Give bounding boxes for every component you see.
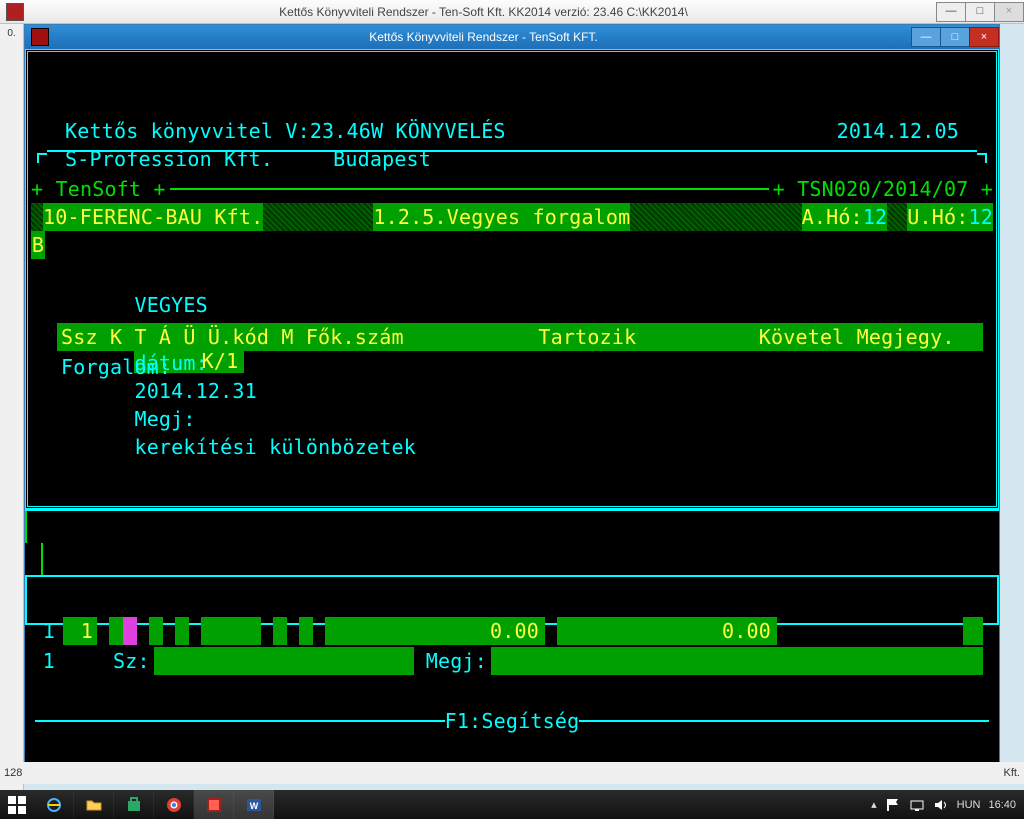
- status-row: 10-FERENC-BAU Kft. 1.2.5.Vegyes forgalom…: [31, 203, 993, 231]
- date-value[interactable]: 2014.12.31: [134, 379, 256, 403]
- sz-field[interactable]: [154, 647, 414, 675]
- maximize-button[interactable]: □: [965, 2, 995, 22]
- entry-val1[interactable]: 1: [63, 617, 97, 645]
- note-label: Megj:: [134, 407, 195, 431]
- side-letter: B: [31, 231, 45, 259]
- close-button[interactable]: ×: [994, 2, 1024, 22]
- flag-icon[interactable]: [885, 797, 901, 813]
- columns-header: Ssz K T Á Ü Ü.kód M Fők.szám Tartozik Kö…: [57, 323, 983, 351]
- minimize-button[interactable]: —: [936, 2, 966, 22]
- help-label: F1:Segítség: [445, 707, 580, 735]
- windows-logo-icon: [8, 796, 26, 814]
- inner-window-buttons: — □ ×: [912, 27, 999, 47]
- os-status-strip: 128 Kft.: [0, 762, 1024, 784]
- taskbar[interactable]: W ▴ HUN 16:40: [0, 790, 1024, 819]
- banner-date: 2014.12.05: [837, 117, 959, 145]
- app-icon: [31, 28, 49, 46]
- minimize-button[interactable]: —: [911, 27, 941, 47]
- box-top: [25, 89, 999, 117]
- inner-title: Kettős Könyvviteli Rendszer - TenSoft KF…: [55, 30, 912, 44]
- folder-icon: [86, 797, 102, 813]
- status-menu: 1.2.5.Vegyes forgalom: [373, 203, 630, 231]
- u-ho-label: U.Hó:: [907, 203, 968, 231]
- ie-icon: [46, 797, 62, 813]
- frame-side-left: [25, 511, 43, 543]
- a-ho-label: A.Hó:: [802, 203, 863, 231]
- frame-right-label: + TSN020/2014/07 +: [773, 175, 993, 203]
- megj-label: Megj:: [426, 647, 487, 675]
- frame-left-label: + TenSoft +: [31, 175, 166, 203]
- terminal[interactable]: Kettős könyvvitel V:23.46W KÖNYVELÉS 201…: [25, 49, 999, 783]
- speaker-icon[interactable]: [933, 797, 949, 813]
- u-ho-value: 12: [969, 203, 993, 231]
- divider-line: [25, 509, 999, 511]
- entry-index2: 1: [35, 647, 55, 675]
- strip-left: 128: [4, 767, 22, 779]
- tray-clock[interactable]: 16:40: [988, 799, 1016, 811]
- banner-city: Budapest: [333, 145, 431, 173]
- chrome-icon: [166, 797, 182, 813]
- status-company: 10-FERENC-BAU Kft.: [43, 203, 263, 231]
- taskbar-ie[interactable]: [34, 790, 74, 819]
- banner-title: Kettős könyvvitel V:23.46W KÖNYVELÉS: [65, 117, 506, 145]
- app-icon: [6, 3, 24, 21]
- start-button[interactable]: [0, 790, 34, 819]
- tensoft-frame: + TenSoft + + TSN020/2014/07 +: [25, 175, 999, 203]
- banner-company: S-Profession Kft.: [65, 145, 273, 173]
- taskbar-word[interactable]: W: [234, 790, 274, 819]
- inner-titlebar[interactable]: Kettős Könyvviteli Rendszer - TenSoft KF…: [25, 25, 999, 49]
- app-icon: [206, 797, 222, 813]
- megj-field[interactable]: [491, 647, 983, 675]
- banner-line1: Kettős könyvvitel V:23.46W KÖNYVELÉS 201…: [25, 117, 999, 145]
- outer-window-buttons: — □ ×: [937, 2, 1024, 22]
- network-icon[interactable]: [909, 797, 925, 813]
- taskbar-explorer[interactable]: [74, 790, 114, 819]
- gutter-label: 0.: [7, 28, 15, 39]
- system-tray[interactable]: ▴ HUN 16:40: [863, 797, 1024, 813]
- a-ho-value: 12: [863, 203, 887, 231]
- taskbar-app1[interactable]: [194, 790, 234, 819]
- taskbar-store[interactable]: [114, 790, 154, 819]
- forgalom-label: Forgalom:: [61, 353, 999, 381]
- entry-row-2[interactable]: 1 Sz: Megj:: [35, 647, 983, 675]
- store-icon: [126, 797, 142, 813]
- entry-row-1[interactable]: 1 1 0.00 0.00: [35, 617, 983, 645]
- strip-right: Kft.: [1003, 767, 1020, 779]
- left-gutter: 0.: [0, 24, 24, 790]
- note-value[interactable]: kerekítési különbözetek: [134, 435, 416, 459]
- footer-line: Esc :Kilépés: [45, 737, 999, 765]
- sz-label: Sz:: [113, 647, 150, 675]
- banner-line2: S-Profession Kft. Budapest: [25, 145, 999, 173]
- close-button[interactable]: ×: [969, 27, 999, 47]
- form-line-biz: VEGYES bizonylatszám: K/1: [61, 263, 999, 291]
- taskbar-chrome[interactable]: [154, 790, 194, 819]
- tray-up-icon[interactable]: ▴: [871, 798, 877, 811]
- form-line-date: dátum: 2014.12.31 Megj: kerekítési külön…: [61, 293, 999, 321]
- cursor: [123, 617, 137, 645]
- inner-window: Kettős Könyvviteli Rendszer - TenSoft KF…: [24, 24, 1000, 784]
- entry-amount1[interactable]: 0.00: [325, 617, 545, 645]
- word-icon: W: [246, 797, 262, 813]
- outer-titlebar[interactable]: Kettős Könyvviteli Rendszer - Ten-Soft K…: [0, 0, 1024, 24]
- tray-lang[interactable]: HUN: [957, 799, 981, 811]
- frame-side-right: [25, 543, 43, 575]
- maximize-button[interactable]: □: [940, 27, 970, 47]
- entry-index: 1: [35, 617, 55, 645]
- svg-text:W: W: [249, 801, 258, 811]
- entry-amount2[interactable]: 0.00: [557, 617, 777, 645]
- help-divider: F1:Segítség: [35, 707, 989, 735]
- outer-title: Kettős Könyvviteli Rendszer - Ten-Soft K…: [30, 5, 937, 19]
